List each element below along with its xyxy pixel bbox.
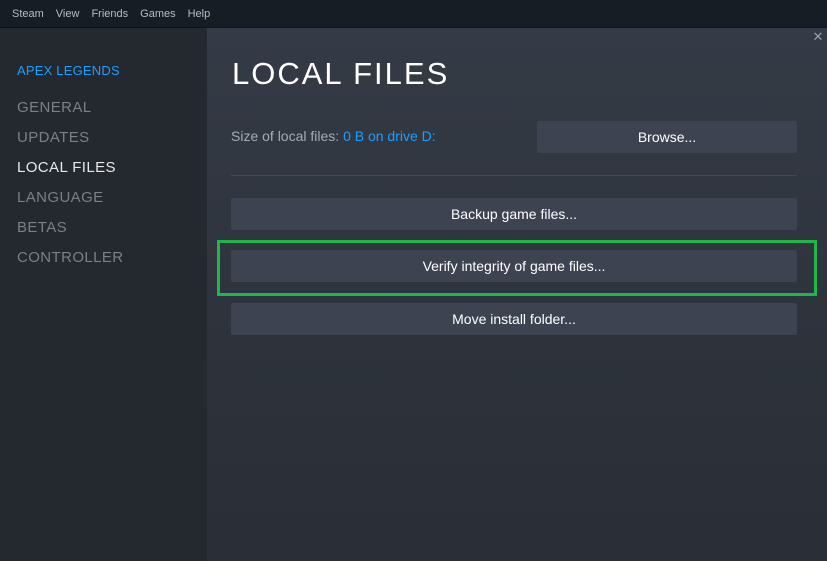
verify-integrity-button[interactable]: Verify integrity of game files... [231,250,797,282]
close-icon[interactable]: ✕ [809,28,827,46]
menu-help[interactable]: Help [182,0,217,28]
menu-view[interactable]: View [50,0,86,28]
sidebar-item-updates[interactable]: UPDATES [17,128,124,158]
page-title: LOCAL FILES [232,56,450,91]
divider [231,175,797,176]
backup-game-files-button[interactable]: Backup game files... [231,198,797,230]
menu-games[interactable]: Games [134,0,181,28]
move-install-folder-button[interactable]: Move install folder... [231,303,797,335]
size-label: Size of local files: [231,128,340,144]
sidebar-nav: GENERAL UPDATES LOCAL FILES LANGUAGE BET… [17,98,124,278]
main-panel: ✕ LOCAL FILES Size of local files: 0 B o… [207,28,827,561]
sidebar-item-betas[interactable]: BETAS [17,218,124,248]
menu-friends[interactable]: Friends [85,0,134,28]
sidebar-item-local-files[interactable]: LOCAL FILES [17,158,124,188]
game-title: APEX LEGENDS [17,63,120,78]
sidebar-item-controller[interactable]: CONTROLLER [17,248,124,278]
sidebar: APEX LEGENDS GENERAL UPDATES LOCAL FILES… [0,28,207,561]
menu-steam[interactable]: Steam [6,0,50,28]
local-files-size: Size of local files: 0 B on drive D: [231,128,436,144]
menu-bar: Steam View Friends Games Help [0,0,827,28]
sidebar-item-language[interactable]: LANGUAGE [17,188,124,218]
sidebar-item-general[interactable]: GENERAL [17,98,124,128]
browse-button[interactable]: Browse... [537,121,797,153]
size-value: 0 B on drive D: [343,128,436,144]
